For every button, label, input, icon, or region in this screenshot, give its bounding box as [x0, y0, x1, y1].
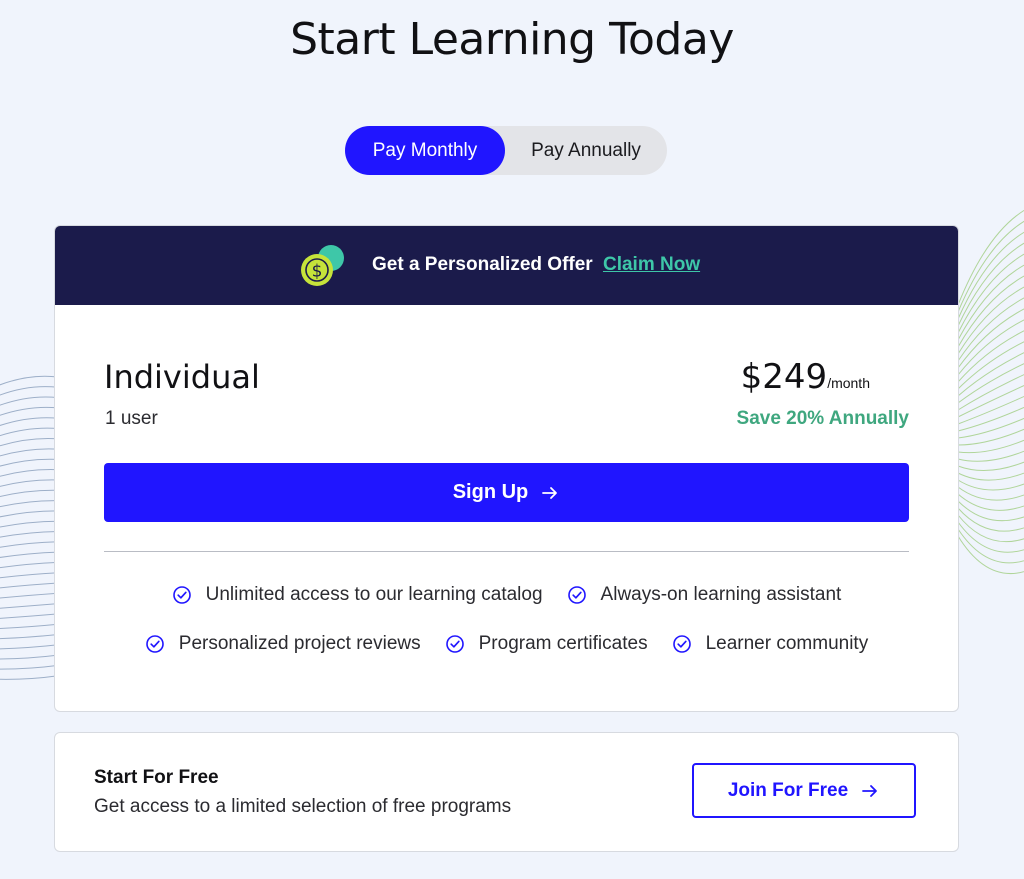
join-for-free-button[interactable]: Join For Free	[692, 763, 916, 818]
feature-row: Personalized project reviews Program cer…	[55, 633, 958, 655]
personalized-offer-banner: $ Get a Personalized Offer Claim Now	[55, 226, 958, 305]
free-plan-description: Get access to a limited selection of fre…	[94, 796, 512, 817]
plan-price: $249/month	[741, 357, 870, 397]
individual-plan-card: $ Get a Personalized Offer Claim Now Ind…	[54, 225, 959, 712]
join-for-free-label: Join For Free	[727, 779, 849, 801]
feature-label: Always-on learning assistant	[600, 584, 842, 605]
page-title: Start Learning Today	[290, 14, 734, 65]
offer-text: Get a Personalized Offer	[372, 254, 593, 275]
coin-icon: $	[301, 245, 344, 286]
pay-annually-option[interactable]: Pay Annually	[505, 126, 667, 175]
price-period: /month	[827, 375, 870, 391]
feature-label: Learner community	[705, 633, 869, 654]
price-amount: $249	[740, 357, 828, 397]
feature-item: Unlimited access to our learning catalog	[172, 584, 543, 606]
check-circle-icon	[172, 586, 191, 604]
feature-label: Program certificates	[478, 633, 648, 654]
feature-item: Always-on learning assistant	[567, 584, 842, 606]
svg-text:$: $	[312, 262, 323, 282]
billing-toggle[interactable]: Pay Monthly Pay Annually	[345, 126, 667, 175]
plan-users: 1 user	[105, 408, 158, 429]
annual-savings-text: Save 20% Annually	[736, 408, 909, 429]
free-plan-card: Start For Free Get access to a limited s…	[54, 732, 959, 852]
check-circle-icon	[445, 635, 464, 653]
sign-up-label: Sign Up	[452, 481, 529, 503]
feature-item: Personalized project reviews	[145, 633, 421, 655]
arrow-right-icon	[542, 486, 558, 499]
feature-row: Unlimited access to our learning catalog…	[55, 584, 958, 606]
sign-up-button[interactable]: Sign Up	[104, 463, 909, 522]
check-circle-icon	[567, 586, 586, 604]
feature-item: Learner community	[672, 633, 869, 655]
check-circle-icon	[145, 635, 164, 653]
plan-name: Individual	[104, 358, 260, 396]
free-plan-title: Start For Free	[94, 767, 219, 788]
feature-label: Personalized project reviews	[178, 633, 421, 654]
divider	[104, 551, 909, 552]
feature-item: Program certificates	[445, 633, 648, 655]
check-circle-icon	[672, 635, 691, 653]
offer-text-group: Get a Personalized Offer Claim Now	[372, 254, 700, 276]
claim-now-link[interactable]: Claim Now	[603, 254, 700, 275]
arrow-right-icon	[862, 784, 878, 797]
feature-label: Unlimited access to our learning catalog	[205, 584, 543, 605]
pay-monthly-option[interactable]: Pay Monthly	[345, 126, 505, 175]
